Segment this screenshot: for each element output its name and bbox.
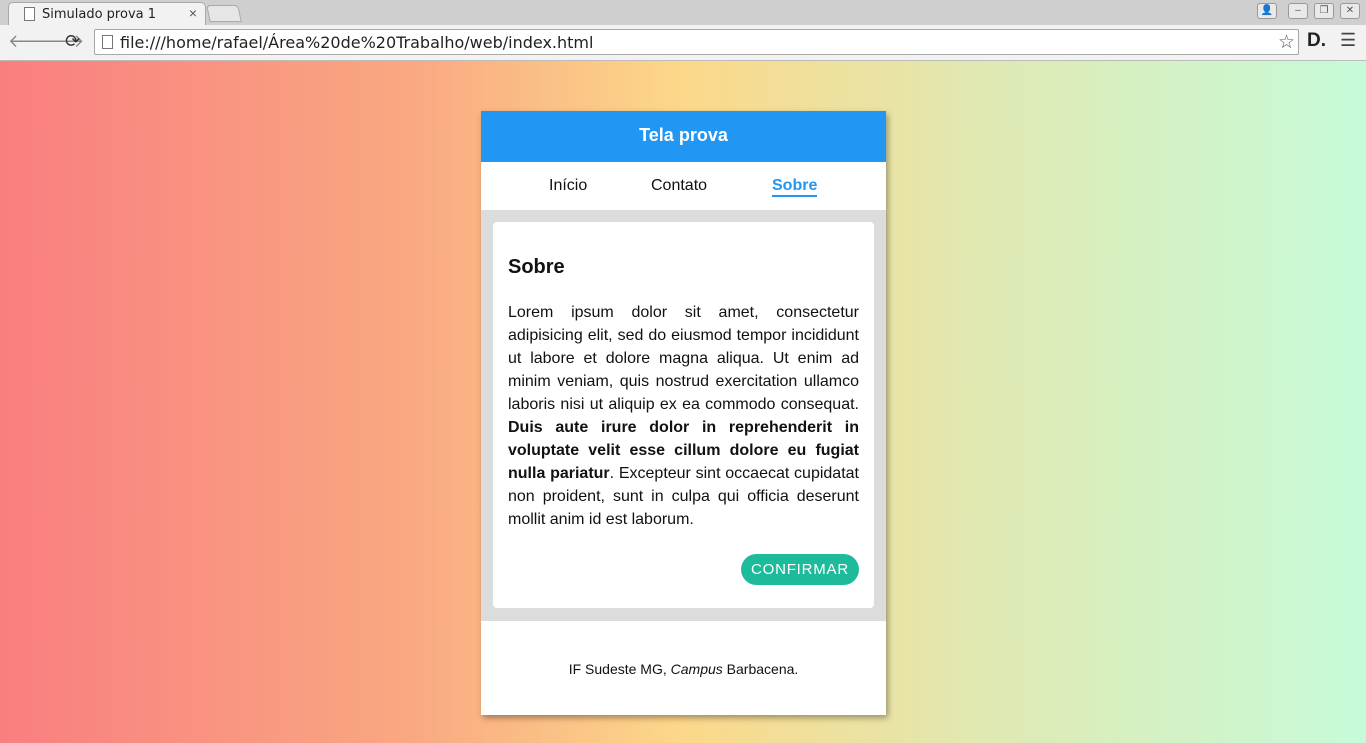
nav-inicio[interactable]: Início — [549, 177, 587, 195]
section-text: Lorem ipsum dolor sit amet, consectetur … — [508, 301, 859, 531]
page-icon — [24, 7, 35, 21]
page-viewport: Tela prova Início Contato Sobre Sobre Lo… — [0, 61, 1366, 743]
content-panel: Sobre Lorem ipsum dolor sit amet, consec… — [493, 222, 874, 608]
app-nav: Início Contato Sobre — [481, 162, 886, 210]
confirm-button[interactable]: CONFIRMAR — [740, 554, 859, 585]
close-tab-icon[interactable]: × — [189, 5, 197, 21]
address-bar[interactable]: file:///home/rafael/Área%20de%20Trabalho… — [94, 29, 1299, 55]
browser-toolbar: 🡐 🡒 ⟳ file:///home/rafael/Área%20de%20Tr… — [0, 25, 1366, 61]
tab-title: Simulado prova 1 — [42, 7, 157, 22]
profile-icon[interactable]: 👤 — [1257, 3, 1277, 19]
close-window-button[interactable]: ✕ — [1340, 3, 1360, 19]
menu-icon[interactable]: ☰ — [1340, 30, 1356, 51]
minimize-button[interactable]: – — [1288, 3, 1308, 19]
app-card: Tela prova Início Contato Sobre Sobre Lo… — [481, 111, 886, 715]
bookmark-star-icon[interactable]: ☆ — [1278, 31, 1295, 54]
footer-suffix: Barbacena. — [722, 661, 799, 677]
content-area: Sobre Lorem ipsum dolor sit amet, consec… — [481, 210, 886, 621]
browser-tab[interactable]: Simulado prova 1 × — [8, 2, 206, 25]
page-icon — [102, 35, 113, 49]
section-title: Sobre — [508, 256, 565, 278]
reload-icon[interactable]: ⟳ — [65, 31, 80, 52]
maximize-button[interactable]: ❐ — [1314, 3, 1334, 19]
footer-campus: Campus — [670, 661, 723, 677]
nav-sobre[interactable]: Sobre — [772, 177, 818, 197]
new-tab-button[interactable] — [206, 5, 242, 22]
footer-prefix: IF Sudeste MG, — [568, 661, 671, 677]
url-text[interactable]: file:///home/rafael/Área%20de%20Trabalho… — [120, 33, 593, 52]
extension-icon[interactable]: D. — [1307, 30, 1326, 52]
text-part-1: Lorem ipsum dolor sit amet, consectetur … — [508, 304, 859, 413]
nav-contato[interactable]: Contato — [651, 177, 707, 195]
app-header: Tela prova — [481, 111, 886, 162]
app-footer: IF Sudeste MG, Campus Barbacena. — [481, 621, 886, 677]
tab-strip: Simulado prova 1 × 👤 – ❐ ✕ — [0, 0, 1366, 25]
